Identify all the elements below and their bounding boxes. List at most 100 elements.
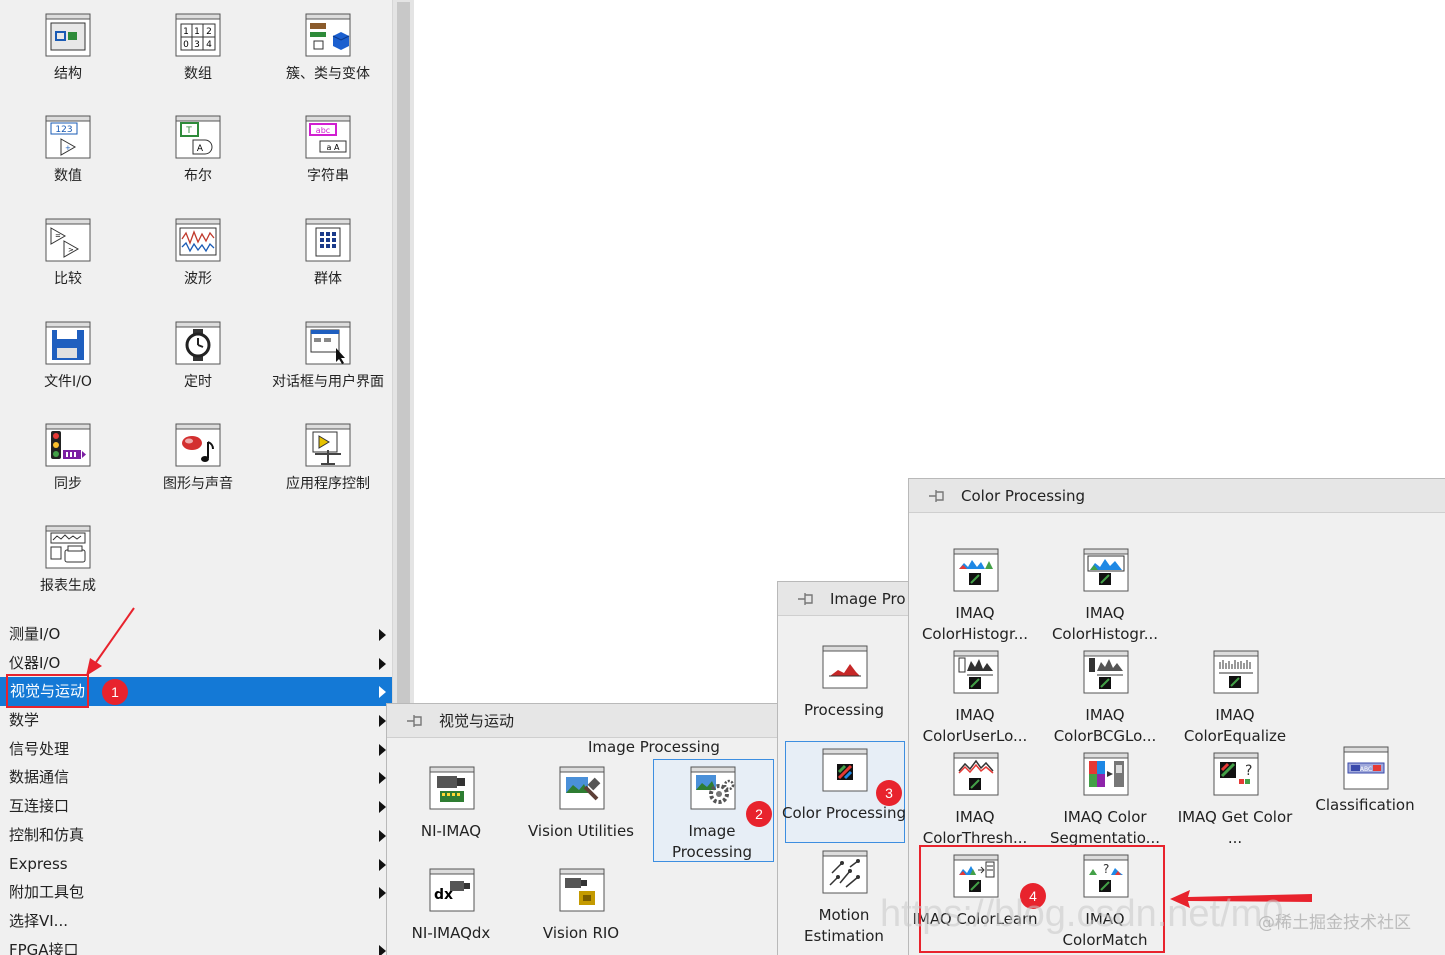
color-histogram-icon [951, 545, 1001, 595]
subpalette-item-label: Color Processing [781, 804, 907, 822]
menu-item-label: 信号处理 [9, 739, 70, 758]
menu-item-label: 视觉与运动 [5, 674, 90, 709]
vision-utilities-icon [557, 763, 607, 813]
palette-item-label: 文件I/O [44, 374, 92, 390]
subpalette-item-label: IMAQ ColorHistogr... [1051, 604, 1159, 643]
menu-item-instrument-io[interactable]: 仪器I/O [0, 649, 392, 678]
vision-rio-icon [557, 865, 607, 915]
palette-item-label: 对话框与用户界面 [272, 374, 384, 390]
pin-icon[interactable] [405, 712, 425, 730]
subpalette-header: Image Pro [778, 582, 914, 616]
step-badge-3: 3 [876, 780, 902, 806]
palette-item-label: 比较 [54, 271, 82, 287]
subpalette-title: Image Pro [830, 590, 906, 608]
palette-item-label: 结构 [54, 66, 82, 82]
numeric-icon: 123 + [43, 112, 93, 162]
subpalette-title: 视觉与运动 [439, 712, 515, 730]
array-icon: 112034 [173, 10, 223, 60]
palette-category-menu: 测量I/O 仪器I/O 视觉与运动 数学 信号处理 数据通信 互连接口 控制和仿… [0, 620, 392, 955]
menu-item-express[interactable]: Express [0, 850, 392, 879]
menu-item-vision-motion[interactable]: 视觉与运动 [0, 674, 392, 709]
color-segmentation-icon [1081, 749, 1131, 799]
functions-palette: 结构 112034 数组 簇、类与变体 123 + 数值 TA 布尔 abc a… [0, 0, 392, 955]
svg-text:1: 1 [183, 27, 189, 37]
submenu-arrow-icon [379, 887, 386, 900]
annotation-arrow-1-icon [86, 607, 135, 676]
palette-item-label: 同步 [54, 476, 82, 492]
menu-item-select-vi[interactable]: 选择VI... [0, 907, 392, 936]
timing-icon [173, 318, 223, 368]
menu-item-label: 互连接口 [9, 797, 70, 816]
subpalette-item-label: IMAQ ColorThresh... [922, 808, 1028, 847]
section-title: Image Processing [588, 738, 720, 756]
menu-item-label: 数据通信 [9, 768, 70, 787]
palette-item-label: 群体 [314, 271, 342, 287]
motion-estimation-icon [820, 847, 870, 897]
palette-item-label: 图形与声音 [163, 476, 233, 492]
menu-item-measurement-io[interactable]: 测量I/O [0, 620, 392, 649]
ensemble-icon [303, 215, 353, 265]
svg-text:4: 4 [206, 40, 212, 50]
subpalette-item-label: IMAQ Color Segmentatio... [1050, 808, 1160, 847]
file-io-icon [43, 318, 93, 368]
pin-icon[interactable] [927, 487, 947, 505]
pin-icon[interactable] [796, 590, 816, 608]
svg-text:ABC: ABC [1360, 766, 1372, 773]
palette-item-label: 波形 [184, 271, 212, 287]
dialog-ui-icon [303, 318, 353, 368]
menu-item-mathematics[interactable]: 数学 [0, 706, 392, 735]
image-processing-icon [688, 763, 738, 813]
palette-item-label: 簇、类与变体 [286, 66, 370, 82]
ni-imaq-icon [427, 763, 477, 813]
menu-item-signal-processing[interactable]: 信号处理 [0, 735, 392, 764]
site-watermark: @稀土掘金技术社区 [1258, 913, 1411, 933]
submenu-arrow-icon [379, 944, 386, 955]
color-bcg-lookup-icon [1081, 647, 1131, 697]
subpalette-item-label: Vision Utilities [528, 822, 634, 840]
palette-item-label: 应用程序控制 [286, 476, 370, 492]
palette-item-label: 布尔 [184, 168, 212, 184]
color-threshold-icon [951, 749, 1001, 799]
svg-text:2: 2 [206, 27, 212, 37]
palette-item-label: 数值 [54, 168, 82, 184]
subpalette-item-label: IMAQ ColorBCGLo... [1053, 706, 1157, 745]
subpalette-item-label: Vision RIO [542, 924, 620, 942]
menu-item-label: FPGA接口 [9, 940, 79, 955]
step-badge-1: 1 [102, 679, 128, 705]
subpalette-item-label: IMAQ ColorHistogr... [921, 604, 1029, 643]
svg-text:0: 0 [183, 40, 189, 50]
menu-item-label: 测量I/O [9, 625, 61, 643]
menu-item-control-simulation[interactable]: 控制和仿真 [0, 821, 392, 850]
menu-item-connectivity[interactable]: 互连接口 [0, 792, 392, 821]
labview-functions-palette-screen: 结构 112034 数组 簇、类与变体 123 + 数值 TA 布尔 abc a… [0, 0, 1445, 955]
submenu-arrow-icon [379, 686, 386, 699]
ni-imaqdx-icon: dx [427, 865, 477, 915]
svg-text:T: T [185, 126, 192, 136]
processing-icon [820, 642, 870, 692]
comparison-icon: = > [43, 215, 93, 265]
subpalette-item-label: IMAQ ColorEqualize [1183, 706, 1287, 745]
cluster-class-variant-icon [303, 10, 353, 60]
graphics-sound-icon [173, 420, 223, 470]
submenu-arrow-icon [379, 629, 386, 641]
submenu-arrow-icon [379, 858, 386, 871]
color-processing-subpalette: Color Processing IMAQ ColorHistogr... IM… [908, 478, 1445, 955]
menu-item-data-communication[interactable]: 数据通信 [0, 763, 392, 792]
menu-item-label: 附加工具包 [9, 883, 85, 902]
get-color-icon: ? [1211, 749, 1261, 799]
submenu-arrow-icon [379, 657, 386, 670]
svg-text:+: + [65, 144, 71, 152]
svg-text:abc: abc [316, 126, 330, 135]
menu-item-addons[interactable]: 附加工具包 [0, 878, 392, 907]
submenu-arrow-icon [379, 801, 386, 814]
submenu-arrow-icon [379, 772, 386, 785]
palette-item-label: 报表生成 [40, 578, 96, 594]
svg-text:a A: a A [327, 143, 340, 152]
report-generation-icon [43, 522, 93, 572]
string-icon: abc a A [303, 112, 353, 162]
color-user-lookup-icon [951, 647, 1001, 697]
menu-item-fpga-interface[interactable]: FPGA接口 [0, 936, 392, 955]
palette-item-label: 字符串 [307, 168, 349, 184]
menu-item-label: Express [9, 854, 68, 873]
menu-item-label: 选择VI... [9, 911, 68, 930]
